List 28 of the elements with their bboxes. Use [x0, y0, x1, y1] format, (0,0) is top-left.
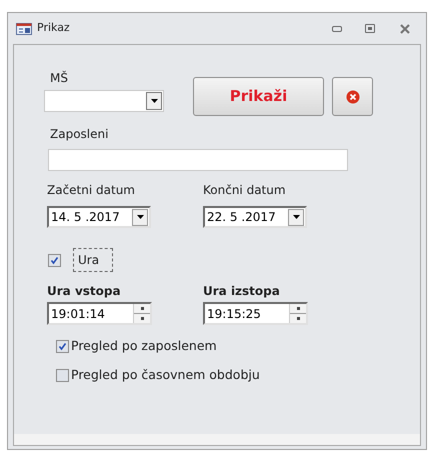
checkbox-label: Pregled po časovnem obdobju: [71, 366, 260, 384]
field-label: MŠ: [50, 70, 69, 87]
checkbox[interactable]: [56, 340, 69, 353]
field-label: Zaposleni: [50, 126, 110, 143]
form-icon: [16, 22, 32, 34]
spinner-icon[interactable]: [133, 304, 150, 323]
close-button[interactable]: [332, 77, 373, 116]
restore-icon[interactable]: [365, 24, 375, 33]
checkbox[interactable]: [48, 254, 61, 266]
employee-field[interactable]: [48, 149, 348, 171]
ms-combo[interactable]: [44, 90, 164, 112]
spinner-icon[interactable]: [289, 304, 306, 323]
field-label: Ura vstopa: [47, 283, 122, 300]
window-title: Prikaz: [37, 20, 71, 36]
cancel-icon: [346, 90, 360, 104]
time-field[interactable]: 19:01:14: [47, 302, 152, 325]
field-label: Končni datum: [203, 182, 287, 199]
checkbox[interactable]: [56, 368, 69, 382]
date-combo[interactable]: 22. 5 .2017: [203, 206, 307, 228]
field-label: Ura izstopa: [203, 283, 281, 300]
show-button[interactable]: Prikaži: [193, 77, 324, 116]
checkbox-label: Ura: [73, 248, 113, 272]
field-label: Začetni datum: [47, 182, 136, 199]
minimize-icon[interactable]: [332, 26, 342, 32]
date-combo[interactable]: 14. 5 .2017: [47, 206, 151, 228]
time-field[interactable]: 19:15:25: [203, 302, 308, 325]
close-icon[interactable]: [400, 24, 410, 34]
checkbox-label: Pregled po zaposlenem: [71, 337, 217, 355]
